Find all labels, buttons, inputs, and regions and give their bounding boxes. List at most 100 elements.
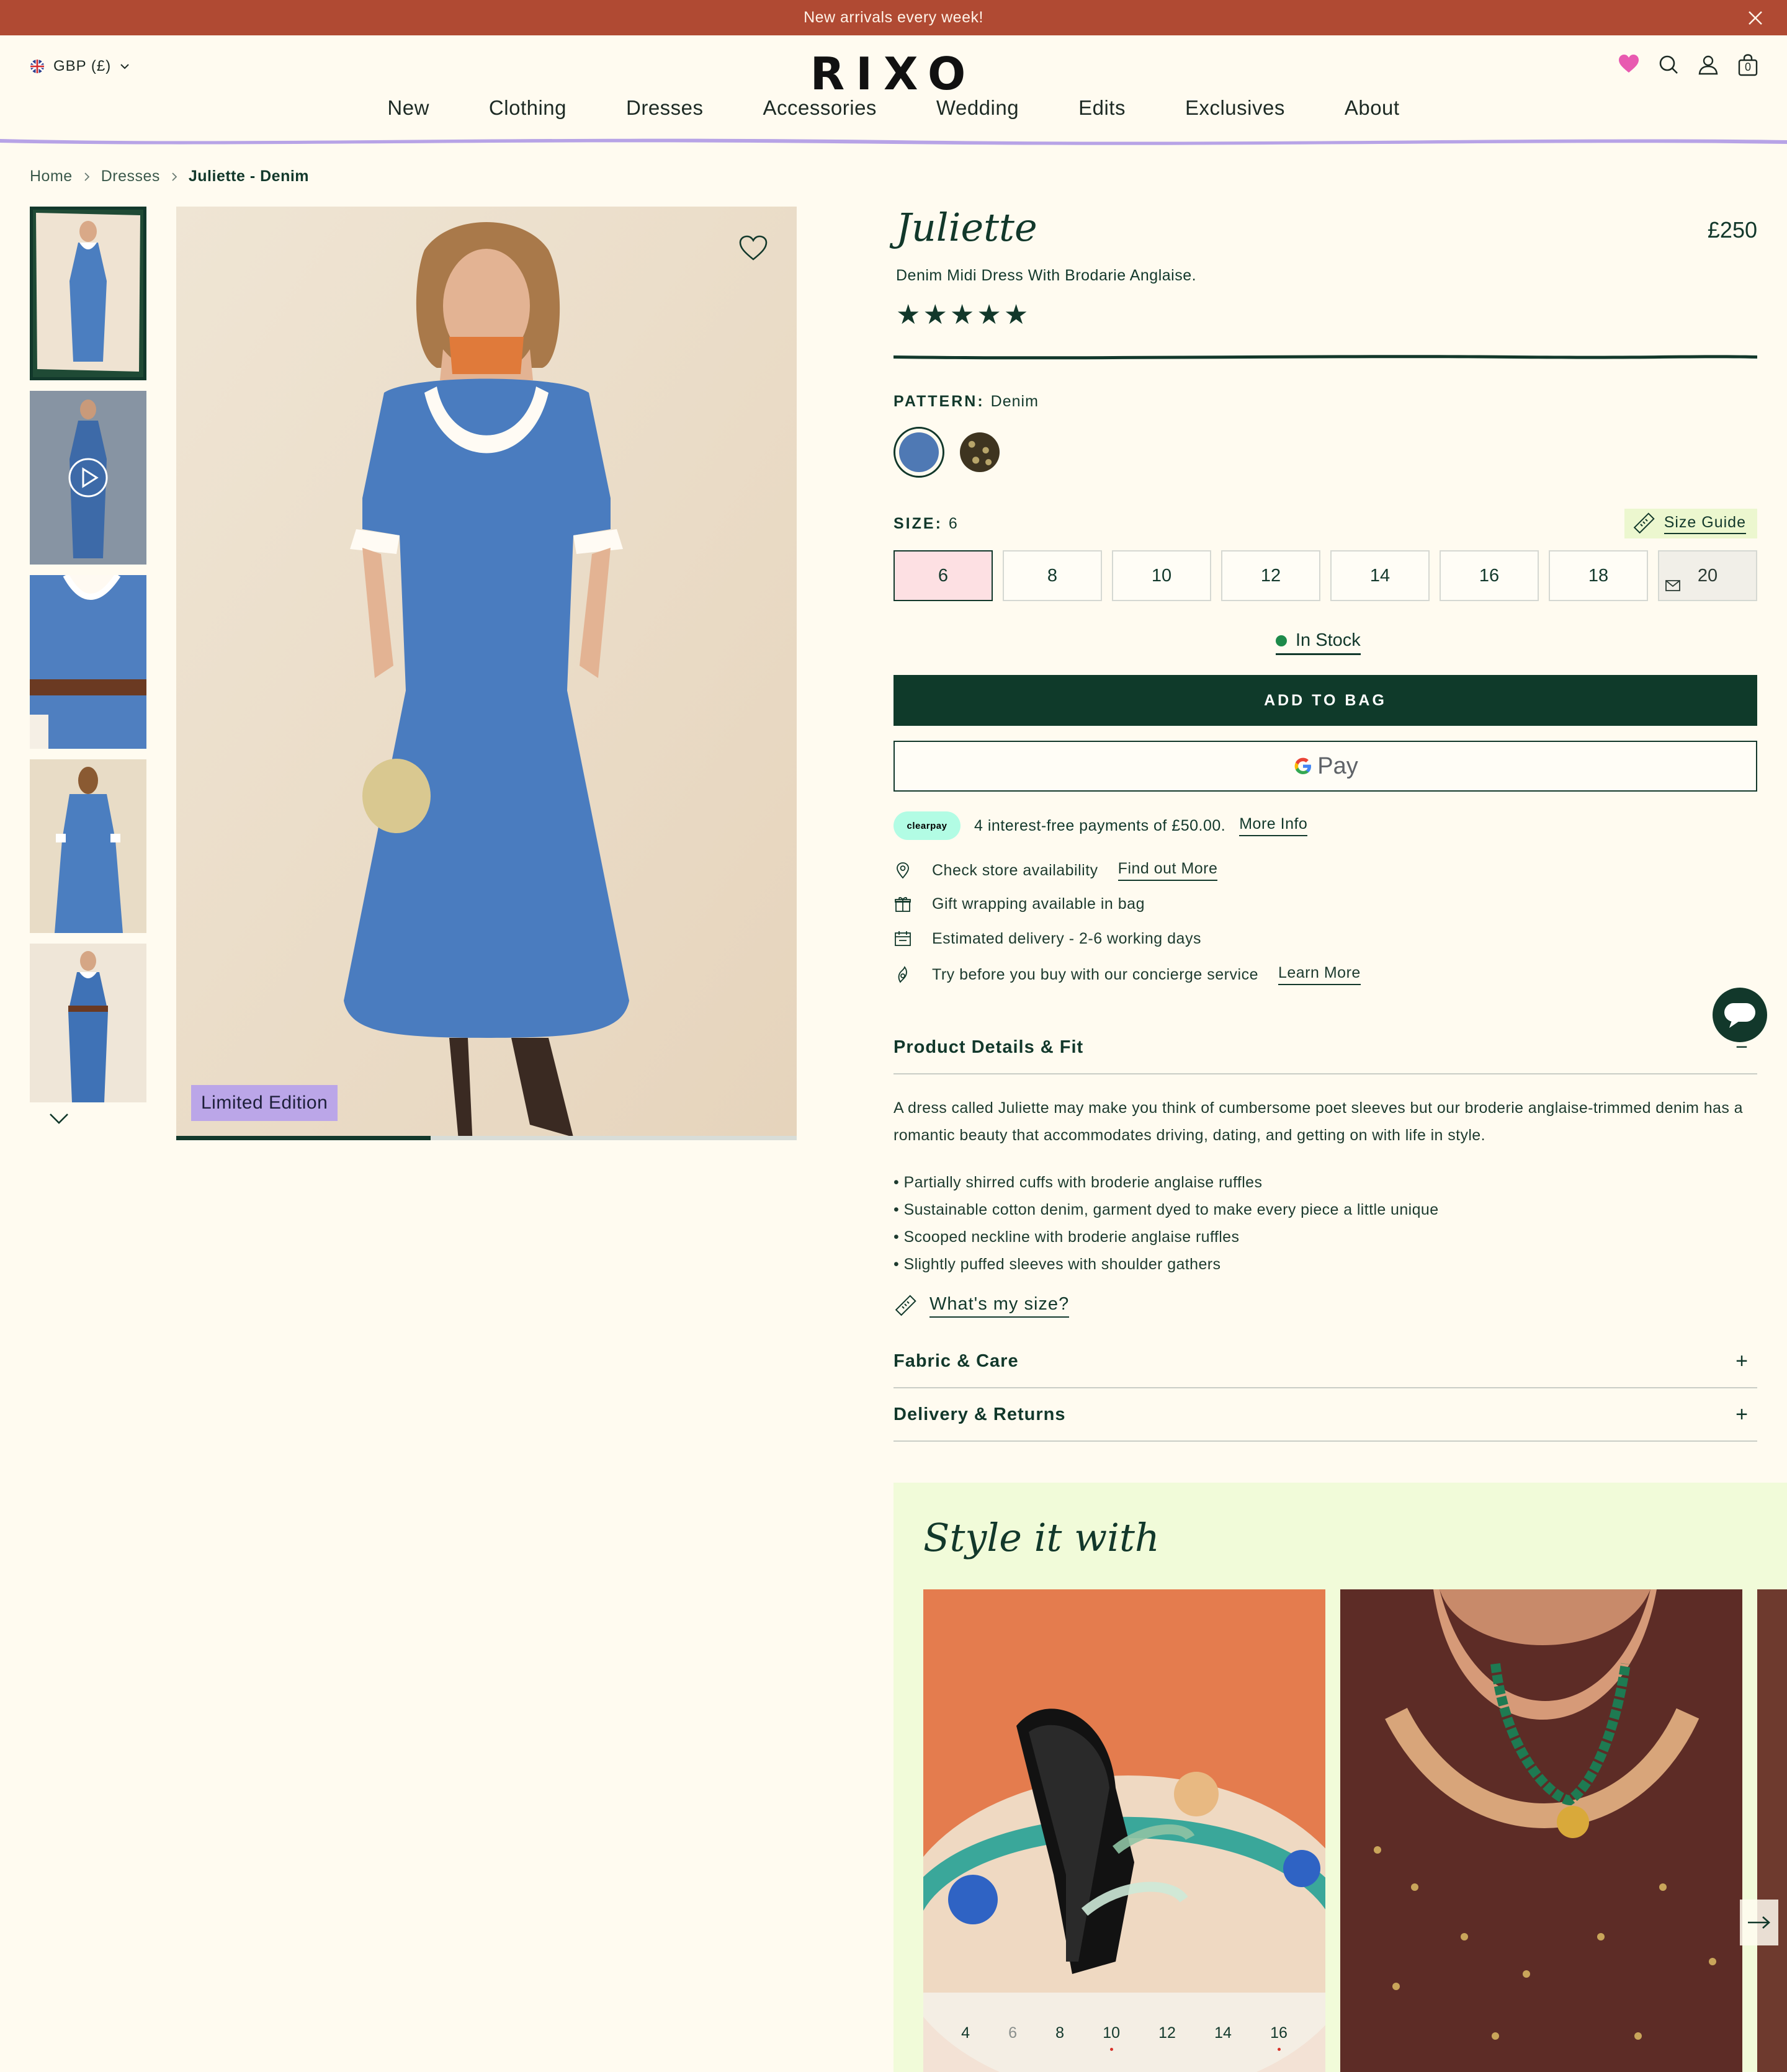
card-size-6[interactable]: 6 bbox=[1008, 2024, 1017, 2042]
ruler-icon bbox=[1632, 512, 1655, 535]
nav-clothing[interactable]: Clothing bbox=[459, 96, 596, 120]
style-card-sizes: 4 6 8 10 12 14 16 bbox=[923, 1993, 1325, 2072]
breadcrumb-home[interactable]: Home bbox=[30, 167, 73, 185]
main-product-image[interactable] bbox=[176, 207, 797, 1138]
size-option-18[interactable]: 18 bbox=[1549, 550, 1648, 601]
clearpay-text: 4 interest-free payments of £50.00. bbox=[974, 816, 1226, 834]
info-concierge-text: Try before you buy with our concierge se… bbox=[932, 965, 1258, 983]
pattern-row: PATTERN: Denim bbox=[894, 393, 1039, 411]
nav-edits[interactable]: Edits bbox=[1049, 96, 1155, 120]
info-gift-text: Gift wrapping available in bag bbox=[932, 895, 1145, 913]
info-concierge: Try before you buy with our concierge se… bbox=[894, 964, 1361, 985]
breadcrumb-dresses[interactable]: Dresses bbox=[101, 167, 160, 185]
learn-more-link[interactable]: Learn More bbox=[1278, 964, 1361, 985]
add-to-bag-button[interactable]: ADD TO BAG bbox=[894, 675, 1757, 726]
find-out-more-link[interactable]: Find out More bbox=[1117, 860, 1218, 881]
wishlist-heart-icon[interactable] bbox=[1618, 54, 1639, 76]
thumbnail-5[interactable] bbox=[30, 944, 146, 1102]
card-size-16[interactable]: 16 bbox=[1270, 2024, 1288, 2051]
info-delivery-text: Estimated delivery - 2-6 working days bbox=[932, 929, 1201, 947]
clearpay-row: clearpay 4 interest-free payments of £50… bbox=[894, 811, 1308, 840]
size-label: SIZE: bbox=[894, 515, 943, 532]
thumbnail-3[interactable] bbox=[30, 575, 146, 749]
search-icon[interactable] bbox=[1658, 54, 1679, 76]
announcement-text: New arrivals every week! bbox=[804, 9, 983, 26]
thumbnail-4[interactable] bbox=[30, 759, 146, 933]
nav-about[interactable]: About bbox=[1315, 96, 1430, 120]
pattern-value: Denim bbox=[990, 393, 1039, 410]
stock-text: In Stock bbox=[1296, 630, 1361, 650]
thumbnail-scroll-down-icon[interactable] bbox=[48, 1112, 69, 1125]
whats-my-size-label: What's my size? bbox=[929, 1294, 1070, 1318]
style-card-sandal[interactable]: 4 6 8 10 12 14 16 bbox=[923, 1589, 1325, 2072]
size-option-6[interactable]: 6 bbox=[894, 550, 993, 601]
size-option-8[interactable]: 8 bbox=[1003, 550, 1102, 601]
size-option-12[interactable]: 12 bbox=[1221, 550, 1320, 601]
nav-new[interactable]: New bbox=[357, 96, 459, 120]
wishlist-heart-outline-icon[interactable] bbox=[738, 234, 768, 262]
size-option-20[interactable]: 20 bbox=[1658, 550, 1757, 601]
card-size-14[interactable]: 14 bbox=[1214, 2024, 1232, 2042]
whats-my-size-link[interactable]: What's my size? bbox=[894, 1294, 1070, 1318]
style-card-necklace[interactable] bbox=[1340, 1589, 1742, 2072]
product-details-content: A dress called Juliette may make you thi… bbox=[894, 1094, 1757, 1278]
header-wave-divider bbox=[0, 138, 1787, 145]
rating-stars[interactable]: ★ ★ ★ ★ ★ bbox=[896, 301, 1028, 329]
product-price: £250 bbox=[1707, 217, 1757, 243]
star-icon: ★ bbox=[1003, 300, 1029, 330]
info-gift-wrapping: Gift wrapping available in bag bbox=[894, 895, 1145, 913]
announcement-bar: New arrivals every week! bbox=[0, 0, 1787, 35]
nav-accessories[interactable]: Accessories bbox=[733, 96, 907, 120]
chat-button[interactable] bbox=[1713, 988, 1767, 1042]
in-stock-dot-icon bbox=[1276, 635, 1287, 646]
card-size-4[interactable]: 4 bbox=[961, 2024, 970, 2042]
carousel-next-arrow-icon[interactable] bbox=[1740, 1900, 1778, 1945]
accordion-fabric-care[interactable]: Fabric & Care + bbox=[894, 1335, 1757, 1388]
nav-exclusives[interactable]: Exclusives bbox=[1155, 96, 1315, 120]
google-g-icon bbox=[1292, 756, 1314, 777]
feature-item: Slightly puffed sleeves with shoulder ga… bbox=[894, 1251, 1757, 1278]
swatch-leopard[interactable] bbox=[954, 427, 1005, 478]
star-icon: ★ bbox=[949, 300, 975, 330]
google-pay-label: Pay bbox=[1317, 752, 1358, 779]
star-icon: ★ bbox=[923, 300, 947, 330]
card-size-12[interactable]: 12 bbox=[1158, 2024, 1176, 2042]
expand-plus-icon: + bbox=[1735, 1402, 1749, 1426]
accordion-delivery-returns[interactable]: Delivery & Returns + bbox=[894, 1388, 1757, 1442]
thumbnail-2-video[interactable] bbox=[30, 391, 146, 565]
accordion-product-details-title: Product Details & Fit bbox=[894, 1037, 1084, 1057]
size-option-14[interactable]: 14 bbox=[1330, 550, 1430, 601]
stock-status: In Stock bbox=[1276, 630, 1361, 655]
size-option-16[interactable]: 16 bbox=[1440, 550, 1539, 601]
concierge-icon bbox=[894, 965, 912, 984]
clearpay-more-info-link[interactable]: More Info bbox=[1239, 815, 1308, 836]
feature-item: Sustainable cotton denim, garment dyed t… bbox=[894, 1196, 1757, 1223]
chevron-right-icon bbox=[84, 172, 90, 182]
bag-icon[interactable]: 0 bbox=[1737, 54, 1758, 76]
site-header: GBP (£) RIXO 0 New Clothing Dresses Acce… bbox=[0, 35, 1787, 140]
accordion-fabric-care-title: Fabric & Care bbox=[894, 1351, 1019, 1371]
account-icon[interactable] bbox=[1698, 54, 1719, 76]
info-store-text: Check store availability bbox=[932, 861, 1098, 879]
size-guide-button[interactable]: Size Guide bbox=[1624, 509, 1757, 538]
size-guide-label: Size Guide bbox=[1664, 514, 1746, 534]
style-card-peek[interactable] bbox=[1757, 1589, 1787, 2072]
style-it-with-section: Style it with 4 6 8 10 12 14 16 bbox=[894, 1483, 1787, 2072]
swatch-denim[interactable] bbox=[894, 427, 944, 478]
notify-mail-icon bbox=[1665, 580, 1680, 591]
card-size-10[interactable]: 10 bbox=[1103, 2024, 1120, 2051]
rixo-logo[interactable]: RIXO bbox=[800, 48, 987, 100]
style-it-with-title: Style it with bbox=[923, 1515, 1160, 1560]
google-pay-button[interactable]: Pay bbox=[894, 741, 1757, 792]
close-icon[interactable] bbox=[1747, 10, 1763, 26]
nav-wedding[interactable]: Wedding bbox=[907, 96, 1049, 120]
nav-dresses[interactable]: Dresses bbox=[596, 96, 733, 120]
size-option-10[interactable]: 10 bbox=[1112, 550, 1211, 601]
accordion-product-details[interactable]: Product Details & Fit − bbox=[894, 1021, 1757, 1074]
product-divider bbox=[894, 355, 1757, 360]
currency-selector[interactable]: GBP (£) bbox=[30, 58, 130, 75]
card-size-8[interactable]: 8 bbox=[1055, 2024, 1064, 2042]
thumbnail-1[interactable] bbox=[30, 207, 146, 380]
star-icon: ★ bbox=[896, 300, 921, 330]
pattern-label: PATTERN: bbox=[894, 393, 985, 410]
